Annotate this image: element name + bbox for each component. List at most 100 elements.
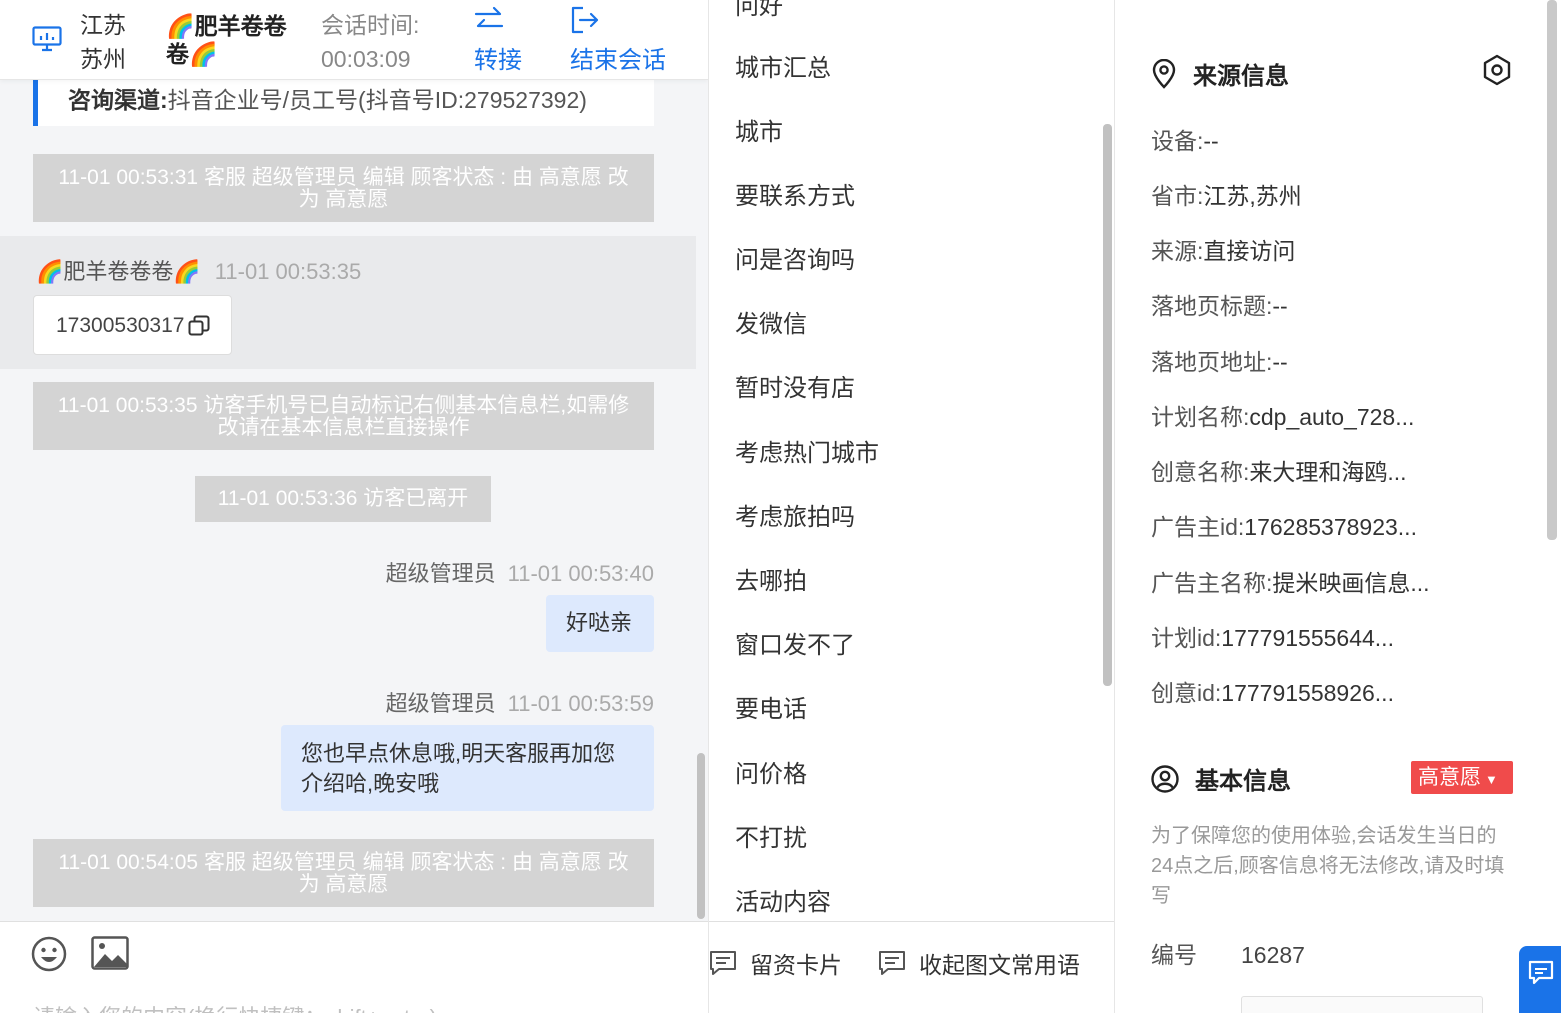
logout-icon — [571, 6, 599, 34]
visitor-sender: 🌈肥羊卷卷卷🌈 — [36, 259, 201, 284]
quick-reply-item[interactable]: 城市 — [735, 112, 783, 147]
chat-panel: 咨询渠道:抖音企业号/员工号(抖音号ID:279527392) 11-01 00… — [0, 0, 708, 1013]
quick-reply-item[interactable]: 暂时没有店 — [735, 368, 855, 403]
quick-reply-item[interactable]: 问是咨询吗 — [735, 240, 855, 275]
image-icon[interactable] — [91, 936, 129, 970]
system-message: 11-01 00:53:35 访客手机号已自动标记右侧基本信息栏,如需修改请在基… — [33, 382, 654, 450]
quick-reply-item[interactable]: 活动内容 — [735, 882, 831, 917]
info-value: 177791555644... — [1221, 625, 1394, 651]
quick-reply-item[interactable]: 发微信 — [735, 304, 807, 339]
message-area[interactable]: 咨询渠道:抖音企业号/员工号(抖音号ID:279527392) 11-01 00… — [0, 80, 696, 920]
quick-reply-item[interactable]: 窗口发不了 — [735, 625, 855, 660]
info-value: 来大理和海鸥... — [1249, 459, 1407, 485]
session-time-value: 00:03:09 — [321, 46, 411, 72]
info-row-creative-id: 创意id:177791558926... — [1151, 674, 1394, 708]
system-message: 11-01 00:54:05 客服 超级管理员 编辑 顾客状态 : 由 高意愿 … — [33, 839, 654, 907]
intent-status-dropdown[interactable]: 高意愿 ▼ — [1411, 761, 1513, 794]
info-key: 设备: — [1151, 128, 1204, 154]
quick-reply-item[interactable]: 考虑热门城市 — [735, 433, 879, 468]
visitor-location: 江苏 苏州 — [80, 12, 126, 72]
user-circle-icon — [1151, 764, 1179, 793]
end-session-button[interactable]: 结束会话 — [570, 6, 666, 75]
info-row-plan-id: 计划id:177791555644... — [1151, 619, 1394, 653]
info-value: -- — [1272, 349, 1288, 375]
info-row-landing-url: 落地页地址:-- — [1151, 343, 1288, 377]
agent-message-bubble: 好哒亲 — [546, 595, 654, 652]
chat-bubble-icon — [1528, 960, 1554, 985]
info-key: 计划id: — [1151, 625, 1222, 651]
quick-reply-item[interactable]: 要联系方式 — [735, 176, 855, 211]
eye-icon[interactable] — [1481, 54, 1513, 86]
info-key: 落地页地址: — [1151, 349, 1273, 375]
quick-reply-panel: 问好 城市汇总 城市 要联系方式 问是咨询吗 发微信 暂时没有店 考虑热门城市 … — [708, 0, 1115, 1013]
customer-id-value: 16287 — [1241, 942, 1305, 968]
info-value: 提米映画信息... — [1272, 570, 1430, 596]
info-value: -- — [1272, 293, 1288, 319]
visitor-message-bubble: 17300530317 — [33, 295, 232, 355]
chat-header: 江苏 苏州 🌈肥羊卷卷卷🌈 会话时间: 00:03:09 转接 结束会话 — [0, 0, 708, 80]
chat-scrollbar-thumb[interactable] — [697, 753, 705, 919]
info-row-landing-title: 落地页标题:-- — [1151, 287, 1288, 321]
info-key: 创意名称: — [1151, 459, 1250, 485]
lead-card-button[interactable]: 留资卡片 — [709, 946, 842, 980]
info-value: 江苏,苏州 — [1203, 183, 1302, 209]
quick-reply-item[interactable]: 要电话 — [735, 689, 807, 724]
basic-info-title: 基本信息 — [1151, 761, 1291, 796]
caret-down-icon: ▼ — [1485, 772, 1498, 787]
quick-reply-item[interactable]: 问价格 — [735, 754, 807, 789]
visitor-message-text: 17300530317 — [56, 314, 185, 337]
quick-reply-scrollbar[interactable] — [1103, 124, 1112, 686]
agent-message-time: 11-01 00:53:40 — [507, 561, 654, 586]
info-row-advertiser-id: 广告主id:176285378923... — [1151, 508, 1417, 542]
customer-id-label: 编号 — [1151, 942, 1197, 968]
info-row-advertiser-name: 广告主名称:提米映画信息... — [1151, 564, 1430, 598]
consult-channel: 咨询渠道:抖音企业号/员工号(抖音号ID:279527392) — [33, 80, 654, 126]
source-info-title: 来源信息 — [1151, 56, 1289, 91]
agent-message-meta: 超级管理员 11-01 00:53:40 — [386, 556, 654, 588]
info-value: 177791558926... — [1221, 680, 1394, 706]
info-key: 创意id: — [1151, 680, 1222, 706]
info-key: 广告主名称: — [1151, 570, 1273, 596]
end-session-label: 结束会话 — [570, 47, 666, 74]
system-message: 11-01 00:53:36 访客已离开 — [195, 476, 491, 522]
emoji-icon[interactable] — [31, 936, 67, 972]
agent-message-time: 11-01 00:53:59 — [507, 691, 654, 716]
agent-sender: 超级管理员 — [385, 561, 496, 586]
info-key: 省市: — [1151, 183, 1204, 209]
visitor-message-block: 🌈肥羊卷卷卷🌈 11-01 00:53:35 17300530317 — [0, 236, 696, 369]
message-square-icon — [879, 951, 905, 975]
agent-message-meta: 超级管理员 11-01 00:53:59 — [386, 686, 654, 718]
info-value: 176285378923... — [1244, 514, 1417, 540]
info-key: 落地页标题: — [1151, 293, 1273, 319]
system-message: 11-01 00:53:31 客服 超级管理员 编辑 顾客状态 : 由 高意愿 … — [33, 154, 654, 222]
channel-value: 抖音企业号/员工号(抖音号ID:279527392) — [167, 87, 587, 113]
info-value: cdp_auto_728... — [1249, 404, 1415, 430]
basic-info-note: 为了保障您的使用体验,会话发生当日的24点之后,顾客信息将无法修改,请及时填写 — [1151, 825, 1505, 907]
collapse-phrases-label: 收起图文常用语 — [919, 952, 1080, 978]
transfer-label: 转接 — [474, 47, 522, 74]
floating-chat-button[interactable] — [1519, 946, 1561, 1013]
transfer-button[interactable]: 转接 — [474, 6, 522, 75]
quick-reply-item[interactable]: 考虑旅拍吗 — [735, 497, 855, 532]
basic-info-field[interactable] — [1241, 996, 1483, 1013]
agent-message-bubble: 您也早点休息哦,明天客服再加您介绍哈,晚安哦 — [281, 725, 654, 811]
quick-reply-footer: 留资卡片 收起图文常用语 — [709, 921, 1115, 1013]
visitor-message-meta: 🌈肥羊卷卷卷🌈 11-01 00:53:35 — [36, 254, 361, 286]
info-row-device: 设备:-- — [1151, 122, 1219, 156]
quick-reply-item[interactable]: 去哪拍 — [735, 561, 807, 596]
info-scrollbar[interactable] — [1547, 0, 1557, 540]
quick-reply-item[interactable]: 问好 — [735, 0, 783, 21]
quick-reply-list[interactable]: 问好 城市汇总 城市 要联系方式 问是咨询吗 发微信 暂时没有店 考虑热门城市 … — [709, 0, 1105, 920]
collapse-phrases-button[interactable]: 收起图文常用语 — [878, 946, 1080, 980]
info-value: -- — [1203, 128, 1219, 154]
transfer-icon — [474, 6, 504, 28]
message-input[interactable]: 请输入您的内容(换行快捷键：shift+enter) — [33, 1000, 437, 1013]
channel-label: 咨询渠道: — [68, 87, 168, 113]
location-pin-icon — [1152, 58, 1176, 89]
quick-reply-item[interactable]: 城市汇总 — [735, 48, 831, 83]
quick-reply-item[interactable]: 不打扰 — [735, 818, 807, 853]
session-time-label: 会话时间: — [321, 12, 420, 38]
app-root: 咨询渠道:抖音企业号/员工号(抖音号ID:279527392) 11-01 00… — [0, 0, 1561, 1013]
copy-icon[interactable] — [188, 315, 210, 337]
agent-sender: 超级管理员 — [385, 691, 496, 716]
